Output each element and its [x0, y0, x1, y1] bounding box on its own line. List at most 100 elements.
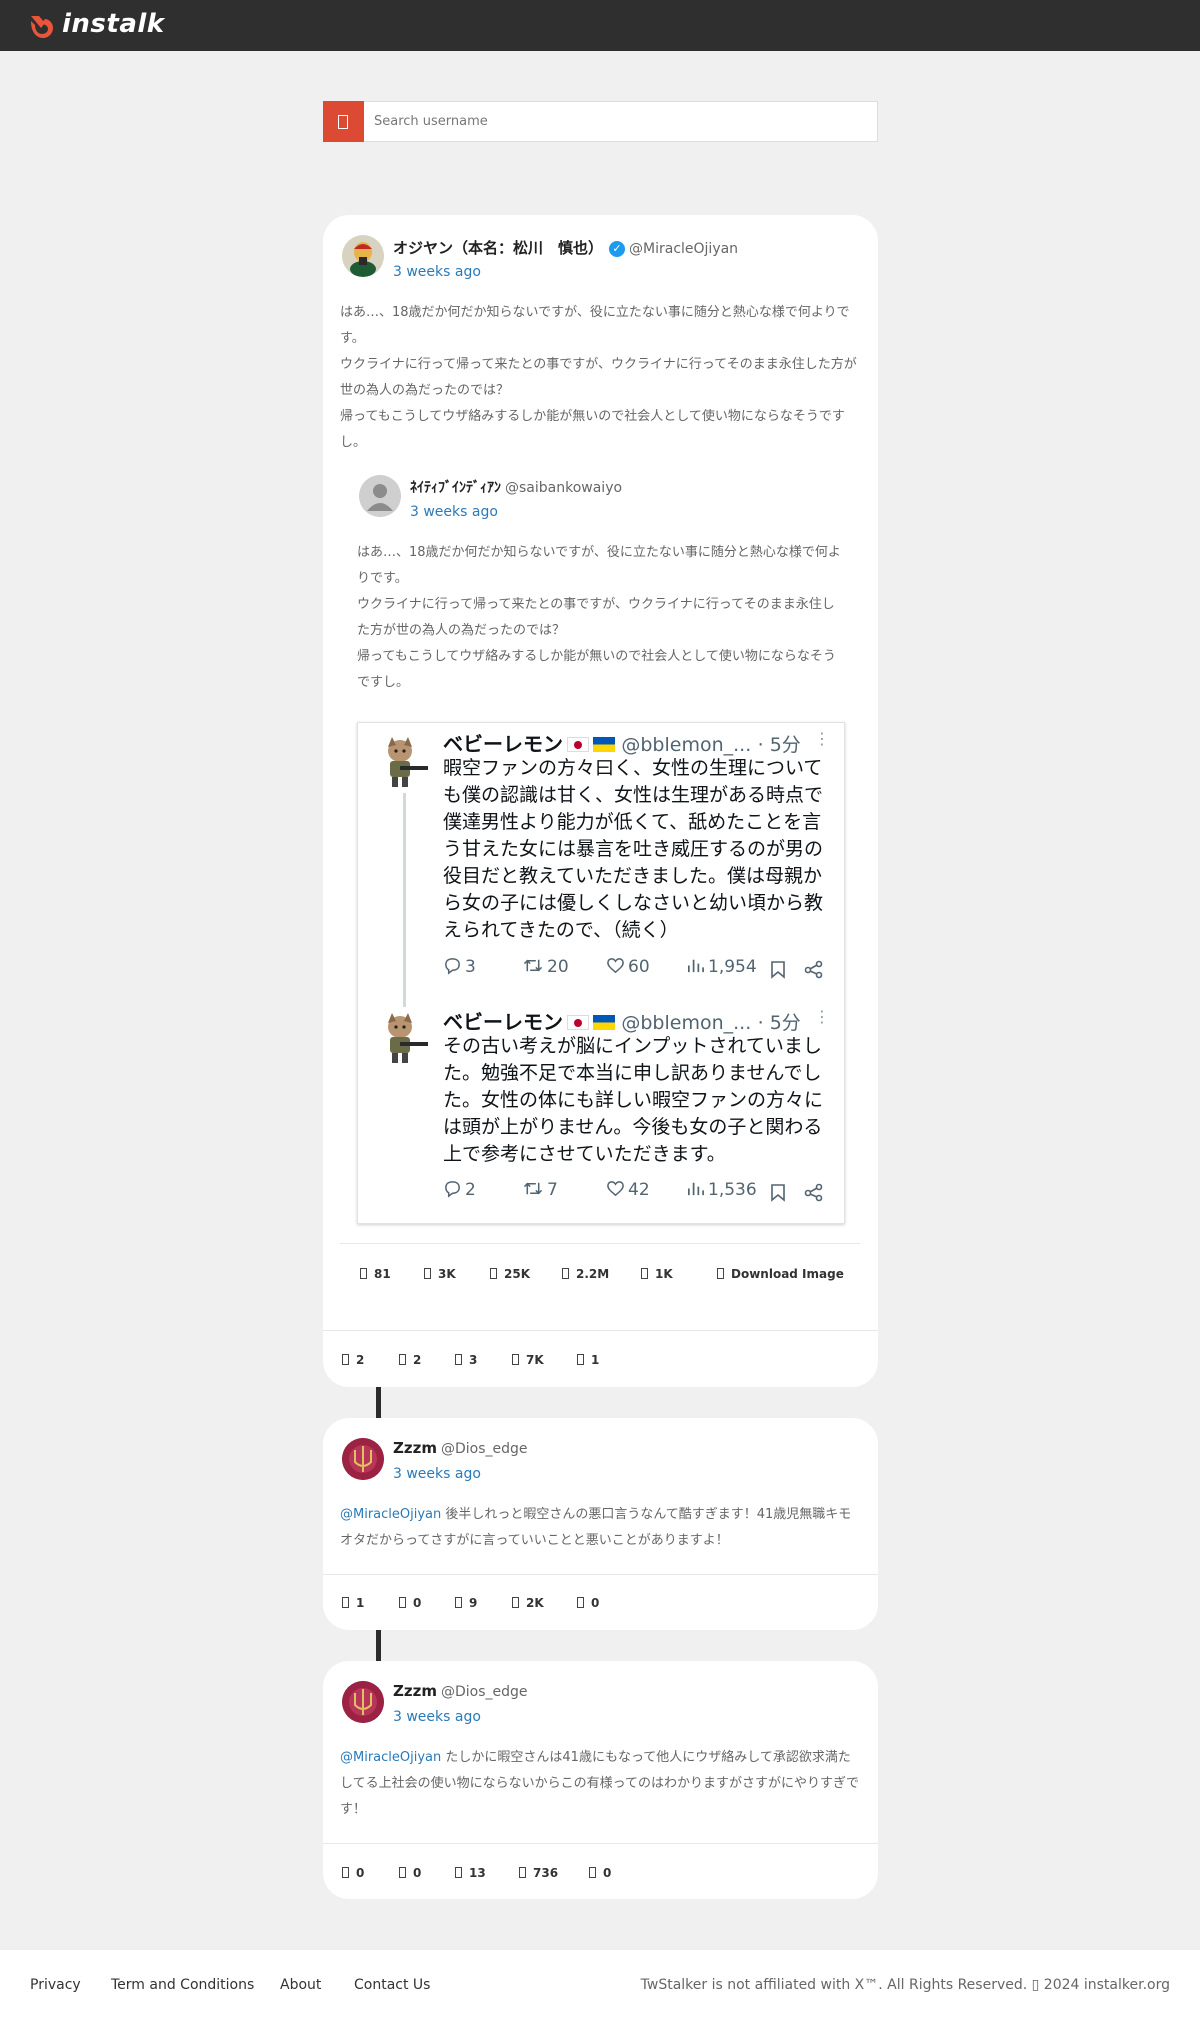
tweet-retweets: 20: [522, 956, 569, 977]
like-icon: [490, 1268, 497, 1279]
quoted-retweets-count[interactable]: 3K: [424, 1267, 456, 1281]
avatar[interactable]: [342, 1681, 384, 1723]
japan-flag-icon: [567, 737, 589, 752]
reply-icon: [360, 1268, 367, 1279]
quoted-text-line: 帰ってもこうしてウザ絡みするしか能が無いので社会人として使い物にならなそうですし…: [357, 649, 836, 690]
download-image-button[interactable]: Download Image: [717, 1267, 844, 1281]
author-display-name: Zzzm: [393, 1439, 437, 1457]
footer-link-about[interactable]: About: [280, 1977, 321, 1993]
quoted-avatar[interactable]: [359, 475, 401, 517]
retweet-icon: [399, 1867, 406, 1878]
like-icon: [455, 1867, 462, 1878]
mention-link[interactable]: @MiracleOjiyan: [340, 1507, 441, 1522]
logo-text[interactable]: instalk: [62, 9, 165, 39]
post-text-line: はあ…、18歳だか何だか知らないですが、役に立たない事に随分と熱心な様で何よりで…: [340, 305, 850, 346]
views-icon: [687, 1182, 704, 1196]
divider: [323, 1843, 878, 1844]
quoted-bookmarks-count[interactable]: 1K: [641, 1267, 673, 1281]
retweet-icon: [399, 1354, 406, 1365]
quoted-likes-count[interactable]: 25K: [490, 1267, 530, 1281]
bookmark-icon: [771, 1184, 785, 1202]
footer-copyright: TwStalker is not affiliated with X™. All…: [640, 1977, 1170, 1993]
replies-count[interactable]: 2: [342, 1353, 364, 1367]
search-input[interactable]: [374, 102, 869, 141]
divider: [340, 1243, 860, 1244]
tweet-handle: @bblemon_...: [621, 1012, 752, 1034]
reply-icon: [342, 1867, 349, 1878]
views-count[interactable]: 736: [519, 1866, 558, 1880]
post-time[interactable]: 3 weeks ago: [393, 264, 481, 280]
like-icon: [607, 1181, 624, 1197]
search-icon: [338, 115, 348, 129]
quoted-author-name[interactable]: ﾈｲﾃｨﾌﾞｲﾝﾃﾞｨｱﾝ @saibankowaiyo: [410, 477, 622, 497]
tweet-views: 1,536: [686, 1179, 757, 1200]
more-icon: ⋮: [814, 1007, 830, 1026]
retweet-icon: [523, 959, 543, 972]
author-name[interactable]: オジヤン（本名：松川 慎也） ✓ @MiracleOjiyan: [393, 237, 738, 258]
bookmarks-count[interactable]: 0: [577, 1596, 599, 1610]
bookmark-icon: [771, 961, 785, 979]
bookmark-icon: [577, 1597, 584, 1608]
quoted-time[interactable]: 3 weeks ago: [410, 504, 498, 520]
reply-icon: [445, 1181, 460, 1198]
views-count[interactable]: 2K: [512, 1596, 544, 1610]
views-icon: [512, 1597, 519, 1608]
reply-text: @MiracleOjiyan 後半しれっと暇空さんの悪口言うなんて酷すぎます！4…: [340, 1502, 860, 1554]
bookmarks-count[interactable]: 0: [589, 1866, 611, 1880]
quoted-text-line: ウクライナに行って帰って来たとの事ですが、ウクライナに行ってそのまま永住した方が…: [357, 597, 835, 638]
avatar[interactable]: [342, 235, 384, 277]
thread-connector: [376, 1630, 381, 1661]
retweets-count[interactable]: 2: [399, 1353, 421, 1367]
views-icon: [519, 1867, 526, 1878]
quoted-views-count[interactable]: 2.2M: [562, 1267, 609, 1281]
author-handle[interactable]: @MiracleOjiyan: [629, 241, 738, 257]
verified-badge-icon: ✓: [609, 241, 626, 257]
likes-count[interactable]: 3: [455, 1353, 477, 1367]
quoted-replies-count[interactable]: 81: [360, 1267, 391, 1281]
japan-flag-icon: [567, 1015, 589, 1030]
search-button[interactable]: [323, 101, 364, 142]
likes-count[interactable]: 13: [455, 1866, 486, 1880]
instalk-logo-icon[interactable]: [28, 13, 54, 39]
share-icon: [804, 1183, 823, 1202]
tweet-likes: 42: [606, 1179, 650, 1200]
quoted-handle[interactable]: @saibankowaiyo: [505, 480, 622, 496]
tweet-name: ベビーレモン: [443, 1010, 563, 1034]
replies-count[interactable]: 0: [342, 1866, 364, 1880]
retweets-count[interactable]: 0: [399, 1596, 421, 1610]
views-count[interactable]: 7K: [512, 1353, 544, 1367]
author-name[interactable]: Zzzm @Dios_edge: [393, 1682, 528, 1700]
reply-card: Zzzm @Dios_edge 3 weeks ago @MiracleOjiya…: [323, 1418, 878, 1630]
bookmarks-count[interactable]: 1: [577, 1353, 599, 1367]
tweet-replies: 2: [443, 1179, 476, 1200]
author-name[interactable]: Zzzm @Dios_edge: [393, 1439, 528, 1457]
author-display-name: オジヤン（本名：松川 慎也）: [393, 239, 604, 257]
retweets-count[interactable]: 0: [399, 1866, 421, 1880]
tweet-age: · 5分: [757, 1012, 801, 1034]
like-icon: [607, 958, 624, 974]
replies-count[interactable]: 1: [342, 1596, 364, 1610]
tweet-avatar: [388, 1013, 428, 1063]
retweet-icon: [399, 1597, 406, 1608]
ukraine-flag-icon: [593, 1015, 615, 1030]
author-handle[interactable]: @Dios_edge: [441, 1441, 528, 1457]
share-icon: [804, 960, 823, 979]
footer-link-contact[interactable]: Contact Us: [354, 1977, 430, 1993]
thread-connector: [376, 1387, 381, 1418]
mention-link[interactable]: @MiracleOjiyan: [340, 1750, 441, 1765]
footer-link-terms[interactable]: Term and Conditions: [111, 1977, 254, 1993]
post-time[interactable]: 3 weeks ago: [393, 1709, 481, 1725]
reply-icon: [342, 1354, 349, 1365]
avatar[interactable]: [342, 1438, 384, 1480]
post-time[interactable]: 3 weeks ago: [393, 1466, 481, 1482]
tweet-retweets: 7: [522, 1179, 558, 1200]
tweet-likes: 60: [606, 956, 650, 977]
footer-link-privacy[interactable]: Privacy: [30, 1977, 81, 1993]
likes-count[interactable]: 9: [455, 1596, 477, 1610]
post-text: はあ…、18歳だか何だか知らないですが、役に立たない事に随分と熱心な様で何よりで…: [340, 300, 860, 456]
ukraine-flag-icon: [593, 737, 615, 752]
reply-card: Zzzm @Dios_edge 3 weeks ago @MiracleOjiya…: [323, 1661, 878, 1899]
retweet-icon: [424, 1268, 431, 1279]
author-handle[interactable]: @Dios_edge: [441, 1684, 528, 1700]
quoted-text: はあ…、18歳だか何だか知らないですが、役に立たない事に随分と熱心な様で何よりで…: [357, 540, 847, 696]
